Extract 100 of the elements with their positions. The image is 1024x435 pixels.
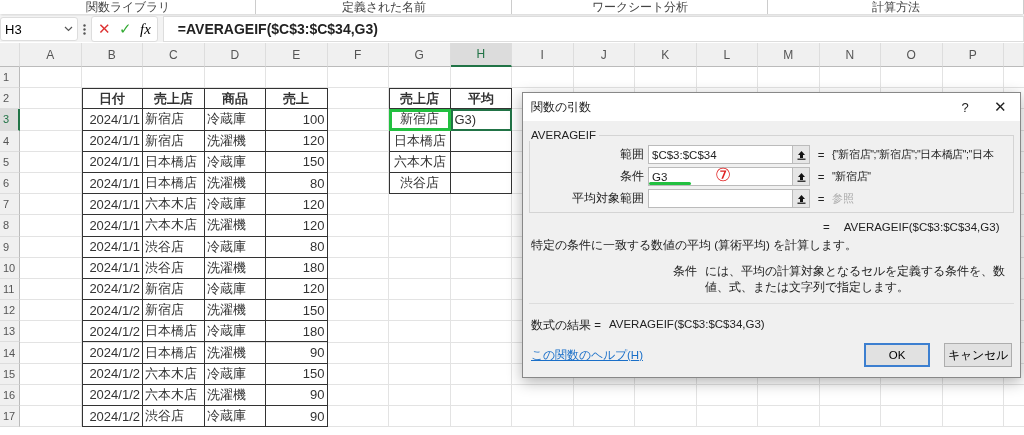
table-cell: 冷蔵庫 — [204, 278, 266, 301]
row-header[interactable]: 1 — [0, 67, 20, 89]
column-header[interactable]: A — [20, 43, 82, 67]
column-header[interactable]: P — [942, 43, 1004, 67]
upload-arrow-icon — [796, 149, 806, 160]
collapse-button[interactable] — [792, 146, 809, 163]
collapse-button[interactable] — [792, 190, 809, 207]
table-cell: 2024/1/1 — [81, 172, 143, 195]
collapse-button[interactable] — [792, 168, 809, 185]
equals-sign: = — [816, 192, 826, 205]
table-cell: 洗濯機 — [204, 342, 266, 364]
row-header[interactable]: 2 — [0, 88, 20, 110]
table-cell: 洗濯機 — [204, 257, 266, 279]
help-button[interactable]: ? — [950, 99, 980, 115]
header-strip — [1004, 43, 1024, 67]
column-header[interactable]: K — [635, 43, 697, 67]
table-cell: 日本橋店 — [143, 321, 205, 343]
row-header[interactable]: 9 — [0, 236, 20, 258]
column-header[interactable]: H — [450, 43, 512, 67]
row-header[interactable]: 14 — [0, 342, 20, 364]
table-cell: 2024/1/2 — [81, 363, 143, 385]
argument-value: $C$3:$C$34 — [652, 148, 717, 161]
column-header[interactable]: I — [512, 43, 574, 67]
row-header[interactable]: 5 — [0, 151, 20, 173]
ribbon-group-label: 関数ライブラリ — [85, 0, 170, 14]
table-cell: 冷蔵庫 — [204, 109, 266, 131]
table-cell: 洗濯機 — [204, 215, 266, 237]
equals-sign: = — [816, 170, 826, 183]
table-cell: 洗濯機 — [204, 172, 266, 195]
name-box[interactable]: H3 — [0, 17, 78, 41]
column-header[interactable]: N — [819, 43, 881, 67]
argument-field[interactable] — [648, 189, 810, 208]
table-cell: 冷蔵庫 — [204, 194, 266, 216]
table-cell: 2024/1/2 — [81, 300, 143, 322]
table-cell: 渋谷店 — [143, 406, 205, 428]
table-cell[interactable]: G3) — [450, 109, 512, 131]
cancel-button[interactable]: ✕ — [98, 20, 111, 38]
help-link[interactable]: この関数のヘルプ(H) — [531, 347, 856, 363]
table-cell: 渋谷店 — [143, 236, 205, 258]
row-header[interactable]: 7 — [0, 194, 20, 216]
column-header[interactable]: M — [758, 43, 820, 67]
table-cell: 150 — [266, 363, 328, 385]
row-header[interactable]: 12 — [0, 300, 20, 322]
table-cell: 120 — [266, 215, 328, 237]
insert-function-button[interactable]: fx — [140, 20, 151, 38]
column-header[interactable]: B — [81, 43, 143, 67]
formula-input[interactable]: =AVERAGEIF($C$3:$C$34,G3) — [162, 16, 1024, 42]
table-cell[interactable] — [450, 151, 512, 173]
column-header[interactable]: J — [573, 43, 635, 67]
column-header[interactable]: F — [327, 43, 389, 67]
row-header[interactable]: 3 — [0, 109, 20, 131]
close-button[interactable]: ✕ — [980, 98, 1020, 116]
column-header[interactable]: L — [696, 43, 758, 67]
column-header[interactable]: D — [204, 43, 266, 67]
table-cell: 日本橋店 — [143, 342, 205, 364]
cancel-button[interactable]: キャンセル — [944, 343, 1012, 367]
row-header[interactable]: 17 — [0, 406, 20, 428]
column-header[interactable]: C — [143, 43, 205, 67]
row-header[interactable]: 16 — [0, 384, 20, 406]
table-cell[interactable] — [450, 172, 512, 195]
table-cell: 90 — [266, 384, 328, 406]
table-cell: 冷蔵庫 — [204, 151, 266, 173]
row-header[interactable]: 6 — [0, 172, 20, 195]
upload-arrow-icon — [796, 171, 806, 182]
table-cell: 新宿店 — [143, 300, 205, 322]
table-cell: 新宿店 — [389, 109, 451, 131]
row-header[interactable]: 8 — [0, 215, 20, 237]
argument-label: 条件 — [619, 169, 645, 184]
column-header[interactable]: G — [389, 43, 451, 67]
argument-help-text: には、平均の計算対象となるセルを定義する条件を、数値、式、または文字列で指定します。 — [705, 264, 1006, 295]
table-cell: 180 — [266, 257, 328, 279]
formula-result-label: 数式の結果 = — [531, 318, 601, 333]
row-header[interactable]: 10 — [0, 257, 20, 279]
table-cell: 90 — [266, 406, 328, 428]
formula-result: AVERAGEIF($C$3:$C$34,G3) — [608, 318, 765, 332]
column-heading: 日付 — [81, 88, 143, 110]
equals-sign: = — [823, 221, 830, 233]
more-options-icon[interactable] — [83, 23, 86, 35]
table-cell: 100 — [266, 109, 328, 131]
column-header[interactable]: E — [266, 43, 328, 67]
chevron-down-icon[interactable] — [64, 26, 73, 32]
column-heading: 平均 — [450, 88, 512, 110]
table-cell: 日本橋店 — [143, 151, 205, 173]
row-header[interactable]: 11 — [0, 278, 20, 301]
table-cell: 120 — [266, 278, 328, 301]
table-cell: 2024/1/2 — [81, 342, 143, 364]
table-cell: 六本木店 — [143, 215, 205, 237]
row-header[interactable]: 15 — [0, 363, 20, 385]
table-cell[interactable] — [450, 130, 512, 152]
row-header[interactable]: 13 — [0, 321, 20, 343]
column-header[interactable]: O — [881, 43, 943, 67]
argument-label: 平均対象範囲 — [571, 191, 645, 206]
argument-field[interactable]: G3 ⑦ — [648, 167, 810, 186]
argument-result: "新宿店" — [832, 169, 872, 184]
equals-sign: = — [816, 148, 826, 161]
row-header[interactable]: 4 — [0, 130, 20, 152]
argument-field[interactable]: $C$3:$C$34 — [648, 145, 810, 164]
table-cell: 冷蔵庫 — [204, 406, 266, 428]
argument-result: {"新宿店";"新宿店";"日本橋店";"日本 — [832, 147, 995, 162]
ok-button[interactable]: OK — [864, 343, 930, 367]
